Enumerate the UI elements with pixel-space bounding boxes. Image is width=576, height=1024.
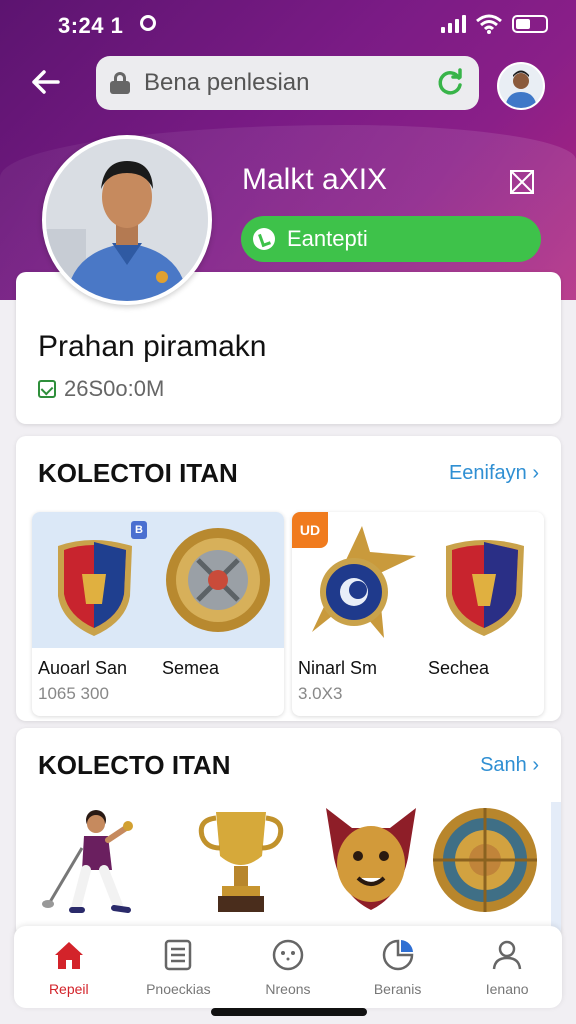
- trophy-icon[interactable]: [186, 798, 296, 928]
- collection-section-2: KOLECTO ITAN Sanh ›: [16, 728, 561, 938]
- nav-label: Ienano: [485, 981, 529, 997]
- battery-icon: [512, 15, 548, 33]
- see-all-label: Sanh: [480, 754, 527, 776]
- profile-meta-text: 26S0o:0M: [64, 376, 165, 401]
- profile-meta: 26S0o:0M: [38, 376, 164, 402]
- document-icon: [165, 939, 192, 971]
- home-indicator: [211, 1008, 367, 1016]
- follow-button[interactable]: Eantepti: [241, 216, 541, 262]
- card-badge: B: [131, 521, 147, 539]
- status-bar: 3:24 1: [0, 0, 576, 50]
- profile-icon: [492, 940, 522, 970]
- back-button[interactable]: [28, 64, 68, 104]
- card-price: 3.0X3: [298, 684, 343, 703]
- section-title: KOLECTOI ITAN: [38, 458, 238, 488]
- refresh-icon[interactable]: [435, 68, 465, 98]
- section-title: KOLECTO ITAN: [38, 750, 231, 780]
- close-icon[interactable]: [508, 168, 536, 196]
- collection-card[interactable]: UD Ninarl Sm Sechea 3.0X3: [292, 512, 544, 716]
- nav-label: Pnoeckias: [146, 981, 211, 997]
- check-calendar-icon: [38, 380, 56, 398]
- wifi-icon: [476, 14, 502, 34]
- signal-icon: [441, 15, 466, 33]
- nav-profile[interactable]: Ienano: [452, 926, 562, 1008]
- address-bar[interactable]: Bena penlesian: [96, 56, 479, 110]
- collection-section-1: KOLECTOI ITAN Eenifayn › B Auoarl San Se…: [16, 436, 561, 721]
- nav-documents[interactable]: Pnoeckias: [124, 926, 234, 1008]
- arrow-left-icon: [32, 70, 60, 94]
- card-name-secondary: Semea: [162, 658, 220, 678]
- bottom-nav: Repeil Pnoeckias Nreons Beranis Ienano: [14, 926, 562, 1008]
- card-name-secondary: Sechea: [428, 658, 490, 678]
- card-image: B: [32, 512, 284, 648]
- avatar-image: [499, 64, 543, 108]
- card-name: Auoarl San: [38, 658, 128, 678]
- scroll-edge: [551, 802, 561, 932]
- badge-images: [58, 528, 270, 636]
- profile-name: Malkt aXIX: [242, 163, 388, 196]
- follow-label: Eantepti: [287, 226, 368, 251]
- see-all-link[interactable]: Sanh ›: [480, 754, 539, 777]
- lock-icon: [110, 72, 130, 94]
- item-row: [16, 798, 561, 938]
- face-icon: [272, 939, 304, 971]
- card-price: 1065 300: [38, 684, 109, 703]
- check-icon: [253, 228, 275, 250]
- player-figurine[interactable]: [36, 798, 146, 928]
- status-time: 3:24 1: [58, 13, 124, 38]
- address-text: Bena penlesian: [144, 69, 310, 96]
- card-image: UD: [292, 512, 544, 648]
- see-all-link[interactable]: Eenifayn ›: [449, 462, 539, 485]
- nav-home[interactable]: Repeil: [14, 926, 124, 1008]
- chart-icon: [382, 939, 413, 971]
- collection-card[interactable]: B Auoarl San Semea 1065 300: [32, 512, 284, 716]
- nav-label: Nreons: [265, 981, 311, 997]
- player-photo: [46, 139, 208, 301]
- profile-subname: Prahan piramakn: [38, 330, 267, 363]
- alarm-icon: [140, 15, 156, 31]
- nav-label: Beranis: [373, 981, 422, 997]
- status-icons: [441, 14, 548, 34]
- user-avatar[interactable]: [497, 62, 545, 110]
- lion-emblem-icon[interactable]: [316, 798, 426, 928]
- home-icon: [54, 942, 83, 969]
- gold-shield-icon[interactable]: [430, 798, 540, 928]
- profile-photo[interactable]: [42, 135, 212, 305]
- nav-label: Repeil: [48, 981, 89, 997]
- nav-reactions[interactable]: Nreons: [233, 926, 343, 1008]
- card-badge: UD: [292, 512, 328, 548]
- nav-stats[interactable]: Beranis: [343, 926, 453, 1008]
- card-name: Ninarl Sm: [298, 658, 378, 678]
- badge-images: [312, 526, 524, 638]
- see-all-label: Eenifayn: [448, 462, 527, 484]
